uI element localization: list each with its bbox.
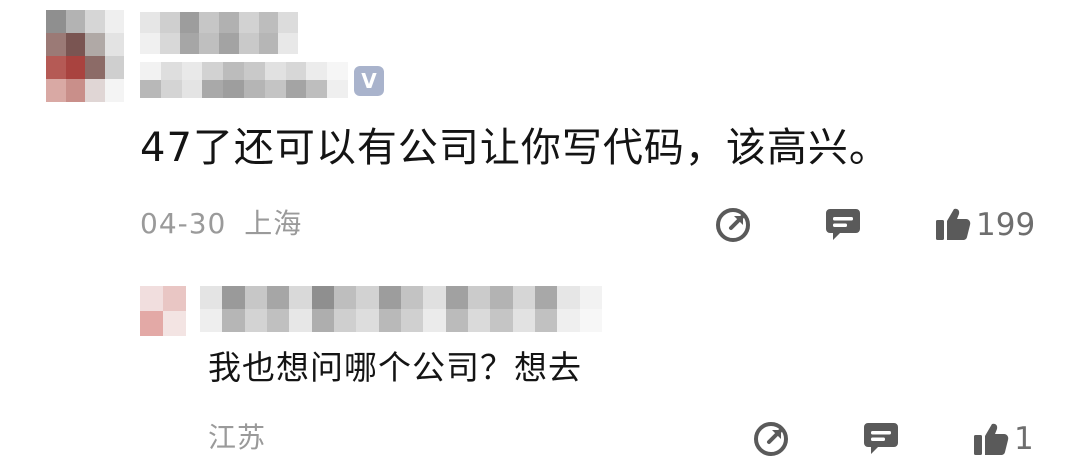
thumbs-up-icon[interactable] — [934, 205, 972, 243]
user-signature — [140, 62, 348, 98]
share-icon[interactable] — [752, 420, 790, 458]
username[interactable] — [200, 286, 602, 332]
reply-icon[interactable] — [862, 419, 900, 459]
verified-badge-icon: V — [354, 66, 384, 96]
comment-meta: 04-30 上海 — [140, 204, 302, 244]
reply-text: 我也想问哪个公司？想去 — [208, 348, 582, 387]
thumbs-up-icon[interactable] — [972, 420, 1010, 458]
like-count: 1 — [1014, 421, 1034, 457]
comment-text: 47了还可以有公司让你写代码，该高兴。 — [140, 125, 890, 171]
username[interactable] — [140, 12, 298, 54]
avatar[interactable] — [46, 10, 124, 102]
reply-icon[interactable] — [824, 205, 862, 245]
avatar[interactable] — [140, 286, 186, 336]
share-icon[interactable] — [714, 206, 752, 244]
reply-location: 江苏 — [208, 421, 267, 454]
like-count: 199 — [976, 207, 1036, 243]
comment-date: 04-30 — [140, 207, 227, 240]
comment-location: 上海 — [244, 207, 303, 240]
